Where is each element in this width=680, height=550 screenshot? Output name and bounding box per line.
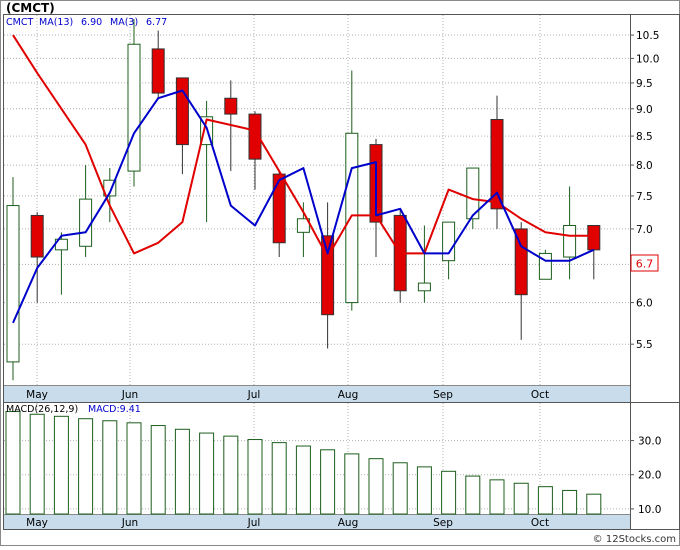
macd-month-label: Aug xyxy=(338,517,359,529)
macd-bar xyxy=(271,442,287,515)
macd-month-label: May xyxy=(26,517,48,529)
macd-bar xyxy=(5,411,21,515)
macd-month-label: Jul xyxy=(247,517,261,529)
macd-bar xyxy=(199,432,215,515)
price-tick-label: 10.0 xyxy=(636,53,659,65)
stock-chart: 5.56.06.57.07.58.08.59.09.510.010.5 MayJ… xyxy=(0,0,680,546)
macd-bar xyxy=(537,486,553,515)
macd-bar xyxy=(489,479,505,515)
macd-month-label: Oct xyxy=(531,517,549,529)
candle-body-up xyxy=(127,43,141,172)
macd-bar xyxy=(586,493,602,515)
macd-tick-label: 10.0 xyxy=(638,504,661,516)
legend-ma13-label: MA(13) xyxy=(39,17,73,28)
price-tick-label: 7.5 xyxy=(636,191,653,203)
price-tick-label: 8.5 xyxy=(636,131,653,143)
macd-tick-label: 30.0 xyxy=(638,436,661,448)
price-tick-label: 6.0 xyxy=(636,298,653,310)
legend-ma3-label: MA(3) xyxy=(110,17,138,28)
candle-body-up xyxy=(442,221,456,262)
macd-tick-label: 20.0 xyxy=(638,470,661,482)
chart-svg: 5.56.06.57.07.58.08.59.09.510.010.5 MayJ… xyxy=(0,0,680,546)
candle-body-down xyxy=(175,77,189,146)
ticker-title: (CMCT) xyxy=(6,1,55,15)
candle-body-up xyxy=(417,282,431,292)
price-tick-label: 5.5 xyxy=(636,339,653,351)
price-month-label: Sep xyxy=(433,389,453,401)
macd-bar xyxy=(368,458,384,515)
price-month-label: May xyxy=(26,389,48,401)
macd-bar xyxy=(392,462,408,515)
macd-bar xyxy=(78,418,94,515)
legend-ma3-value: 6.77 xyxy=(146,17,167,28)
macd-bar xyxy=(295,445,311,515)
price-month-label: Jul xyxy=(247,389,261,401)
price-tick-label: 8.0 xyxy=(636,160,653,172)
macd-bar xyxy=(102,420,118,515)
candle-body-up xyxy=(79,198,93,247)
legend-ticker: CMCT xyxy=(6,17,33,28)
macd-bar xyxy=(53,415,69,515)
price-tick-label: 9.0 xyxy=(636,104,653,116)
candle-body-up xyxy=(563,224,577,258)
macd-bar xyxy=(513,482,529,515)
price-tick-label: 9.5 xyxy=(636,78,653,90)
macd-bar xyxy=(223,435,239,515)
macd-bar xyxy=(416,466,432,515)
price-month-label: Jun xyxy=(121,389,138,401)
last-price-label: 6.7 xyxy=(636,258,654,271)
macd-bar xyxy=(441,470,457,515)
price-month-label: Aug xyxy=(338,389,359,401)
macd-bar xyxy=(247,439,263,515)
price-tick-label: 7.0 xyxy=(636,224,653,236)
macd-bar xyxy=(29,413,45,515)
macd-legend: MACD(26,12,9) MACD:9.41 xyxy=(6,404,141,415)
macd-bar xyxy=(465,475,481,515)
copyright-footer: © 12Stocks.com xyxy=(593,534,676,545)
candle-body-down xyxy=(272,173,286,244)
price-month-label: Oct xyxy=(531,389,549,401)
macd-bar xyxy=(174,428,190,515)
price-tick-label: 10.5 xyxy=(636,30,659,42)
candle-body-up xyxy=(345,132,359,304)
macd-bar xyxy=(344,453,360,515)
macd-bar xyxy=(126,422,142,515)
macd-legend-name: MACD(26,12,9) xyxy=(6,404,78,415)
candle-body-down xyxy=(151,48,165,94)
macd-month-label: Sep xyxy=(433,517,453,529)
macd-bar xyxy=(562,489,578,515)
price-panel-frame xyxy=(3,14,680,403)
candle-body-down xyxy=(224,97,238,115)
macd-month-label: Jun xyxy=(121,517,138,529)
macd-bar xyxy=(320,449,336,515)
legend-ma13-value: 6.90 xyxy=(81,17,102,28)
candle-body-down xyxy=(587,224,601,251)
candle-body-up xyxy=(6,205,20,363)
macd-legend-value: MACD:9.41 xyxy=(88,404,141,415)
candle-body-down xyxy=(30,214,44,258)
macd-bar xyxy=(150,425,166,515)
